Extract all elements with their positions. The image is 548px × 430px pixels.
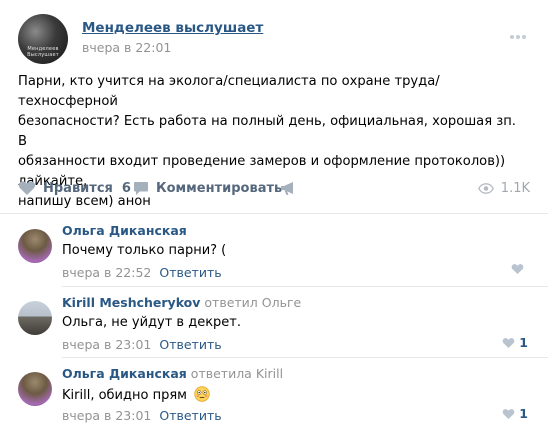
like-count: 6 [121, 180, 131, 196]
views-counter: 1.1K [477, 176, 530, 200]
flushed-face-emoji-icon [194, 386, 210, 402]
replied-word: ответила [190, 366, 252, 381]
comment-meta: вчера в 23:01 Ответить [62, 337, 222, 352]
group-avatar[interactable]: Менделеев Выслушает [18, 14, 68, 64]
comment-label: Комментировать [156, 180, 283, 196]
reply-to-name[interactable]: Ольге [262, 295, 301, 310]
group-name-link[interactable]: Менделеев выслушает [82, 20, 263, 36]
comment-item: Ольга Диканская ответила Kirill Kirill, … [18, 366, 530, 426]
share-button[interactable] [280, 176, 303, 200]
avatar-logo-text: Менделеев Выслушает [27, 46, 59, 58]
comment-author-line: Ольга Диканская [62, 223, 187, 238]
heart-icon [502, 337, 515, 348]
comment-button[interactable]: Комментировать [133, 176, 282, 200]
comment-text: Ольга, не уйдут в декрет. [62, 315, 242, 330]
comment-avatar[interactable] [18, 229, 52, 263]
comment-like-count: 1 [519, 406, 528, 421]
post-timestamp[interactable]: вчера в 22:01 [82, 40, 171, 55]
post-actions-bar: Нравится 6 Комментировать 1.1K [18, 176, 530, 200]
post-divider [0, 213, 548, 214]
comment-divider [62, 357, 548, 358]
reply-button[interactable]: Ответить [159, 408, 221, 423]
post-header: Менделеев Выслушает Менделеев выслушает … [18, 14, 530, 64]
heart-icon [502, 408, 515, 419]
heart-icon [18, 181, 36, 195]
views-count: 1.1K [500, 180, 530, 196]
comment-item: Kirill Meshcherykov ответил Ольге Ольга,… [18, 295, 530, 355]
comment-avatar[interactable] [18, 372, 52, 406]
comment-item: Ольга Диканская Почему только парни? ( в… [18, 223, 530, 283]
comment-text: Почему только парни? ( [62, 243, 227, 258]
comment-time[interactable]: вчера в 22:52 [62, 265, 151, 280]
comment-avatar[interactable] [18, 301, 52, 335]
comment-meta: вчера в 23:01 Ответить [62, 408, 222, 423]
comment-time[interactable]: вчера в 23:01 [62, 408, 151, 423]
comment-time[interactable]: вчера в 23:01 [62, 337, 151, 352]
heart-icon [511, 264, 524, 275]
comment-like-button[interactable] [511, 263, 528, 275]
megaphone-icon [281, 181, 293, 195]
comment-divider [62, 286, 548, 287]
comment-author-line: Ольга Диканская ответила Kirill [62, 366, 283, 381]
like-button[interactable]: Нравится 6 [18, 176, 131, 200]
comment-bubble-icon [134, 181, 148, 195]
reply-button[interactable]: Ответить [159, 265, 221, 280]
comment-meta: вчера в 22:52 Ответить [62, 265, 222, 280]
comment-author-line: Kirill Meshcherykov ответил Ольге [62, 295, 301, 310]
comment-like-button[interactable]: 1 [502, 335, 528, 350]
replied-word: ответил [204, 295, 258, 310]
like-label: Нравится [43, 180, 113, 196]
comment-author-name[interactable]: Ольга Диканская [62, 223, 187, 238]
comment-text: Kirill, обидно прям [62, 388, 187, 403]
eye-icon [477, 182, 494, 194]
reply-button[interactable]: Ответить [159, 337, 221, 352]
reply-to-name[interactable]: Kirill [256, 366, 283, 381]
comment-author-name[interactable]: Ольга Диканская [62, 366, 187, 381]
comment-like-button[interactable]: 1 [502, 406, 528, 421]
comment-author-name[interactable]: Kirill Meshcherykov [62, 295, 200, 310]
comment-like-count: 1 [519, 335, 528, 350]
comment-text-line: Kirill, обидно прям [62, 386, 210, 403]
more-dots-icon[interactable] [510, 24, 528, 39]
